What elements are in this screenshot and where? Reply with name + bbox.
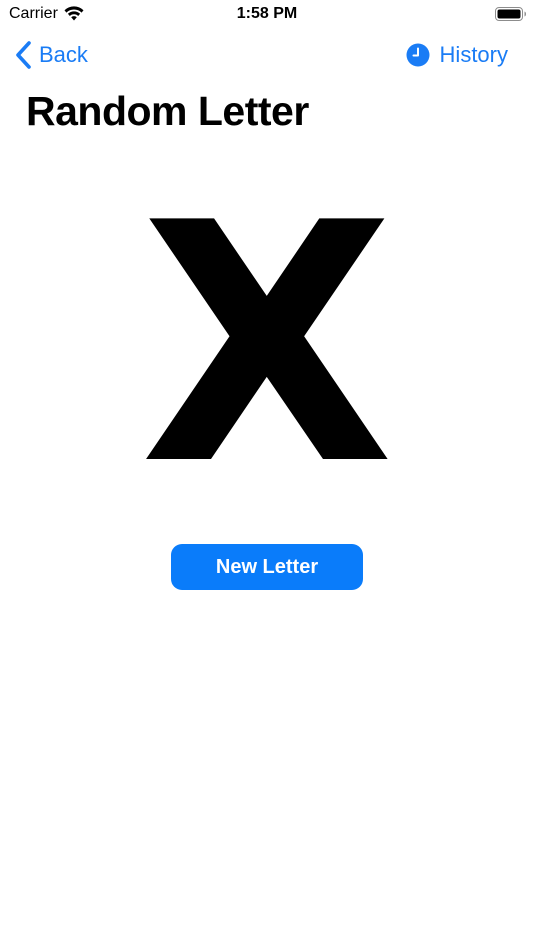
history-button[interactable]: History [406, 39, 508, 71]
status-bar: Carrier 1:58 PM [0, 0, 534, 30]
back-label: Back [39, 42, 88, 67]
page-title: Random Letter [26, 88, 309, 134]
app-screen: Carrier 1:58 PM Back History Random Lett… [0, 0, 534, 950]
new-letter-button[interactable]: New Letter [171, 544, 363, 590]
back-button[interactable]: Back [14, 39, 88, 71]
random-letter: X [139, 153, 395, 537]
chevron-left-icon [16, 41, 31, 69]
clock-icon [406, 43, 430, 67]
history-label: History [439, 42, 508, 67]
battery-icon [495, 7, 526, 21]
status-time: 1:58 PM [236, 5, 298, 22]
navigation-bar: Back History [0, 30, 534, 80]
